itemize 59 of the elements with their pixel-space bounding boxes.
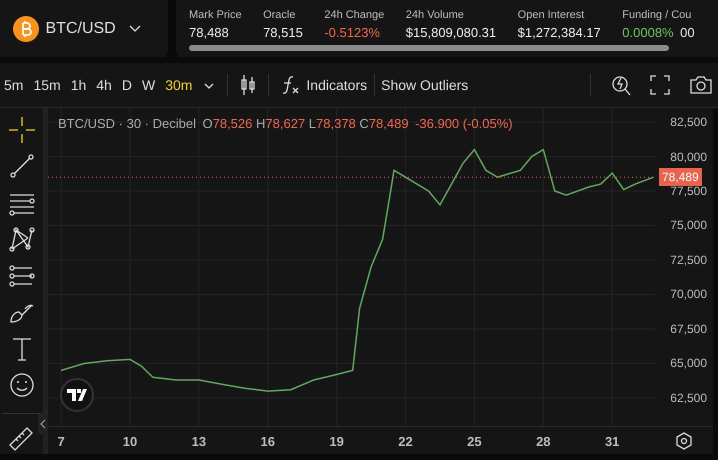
camera-icon[interactable] [690,76,712,94]
crosshair-icon [6,114,36,144]
price-tick: 70,000 [670,286,707,304]
price-tick: 65,000 [670,355,707,372]
ohlc-values: O78,526 H78,627 L78,378 C78,489 [202,115,409,133]
price-tick: 62,500 [670,390,707,407]
price-tick: 67,500 [670,320,707,338]
chevron-icon [40,418,46,429]
chart-title: BTC/USD · 30 · Decibel [58,115,196,133]
stat-value: $1,272,384.17 [518,24,601,42]
caret-icon [204,82,214,89]
timeframe-tab[interactable]: 30m [160,74,198,96]
stat-label: Funding / Cou [622,8,692,22]
price-change: -36.900 (-0.05%) [415,115,513,133]
stat-label: Oracle [263,8,296,22]
scrollbar-thumb[interactable] [189,44,670,50]
logo-badge[interactable] [60,378,94,412]
stat-label: 24h Volume [406,8,465,22]
stat-value: -0.5123% [324,24,380,42]
price-tick: 72,500 [670,252,707,269]
stat-label: 24h Change [324,8,384,22]
timeframe-tab[interactable]: 4h [91,74,117,96]
coin-icon [13,16,39,42]
zoom-icon[interactable] [610,74,630,96]
drawing-tool[interactable] [6,114,36,144]
stat-value: 0.0008% [622,24,674,42]
timeframe-tab[interactable]: 5m [0,74,28,96]
stat-value: $15,809,080.31 [406,24,496,42]
stat-value: 00 [680,24,695,42]
settings-icon[interactable] [675,432,693,450]
price-tick: 75,000 [670,217,707,234]
candlestick-icon[interactable] [240,74,255,96]
price-tag: 78,489 [659,168,702,186]
date-tick: 31 [604,433,620,451]
timeframe-tab[interactable]: D [116,74,137,96]
timeframe-tab[interactable]: W [136,74,160,96]
stat-value: 78,515 [263,24,303,42]
timeframe-tab[interactable]: 15m [28,74,66,96]
date-tick: 16 [260,433,275,451]
price-tick: 82,500 [670,114,707,131]
stat-label: Open Interest [518,8,586,22]
fullscreen-icon[interactable] [650,75,670,95]
date-tick: 22 [398,433,413,451]
function-icon [282,75,300,95]
collapse-handle[interactable] [38,413,48,435]
date-tick: 25 [467,433,482,451]
indicators-button[interactable]: Indicators [282,74,368,96]
timeframe-tab[interactable]: 1h [66,74,92,96]
price-tick: 80,000 [670,148,707,166]
chevron-icon [128,24,141,32]
date-tick: 28 [536,433,551,451]
date-tick: 19 [329,433,344,451]
outliers-button[interactable]: Show Outliers [381,74,468,96]
logo-icon [67,389,87,401]
stat-label: Mark Price [189,8,242,22]
date-tick: 13 [192,433,206,451]
date-tick: 10 [122,433,138,451]
date-tick: 7 [57,433,65,451]
stat-value: 78,488 [189,24,229,42]
